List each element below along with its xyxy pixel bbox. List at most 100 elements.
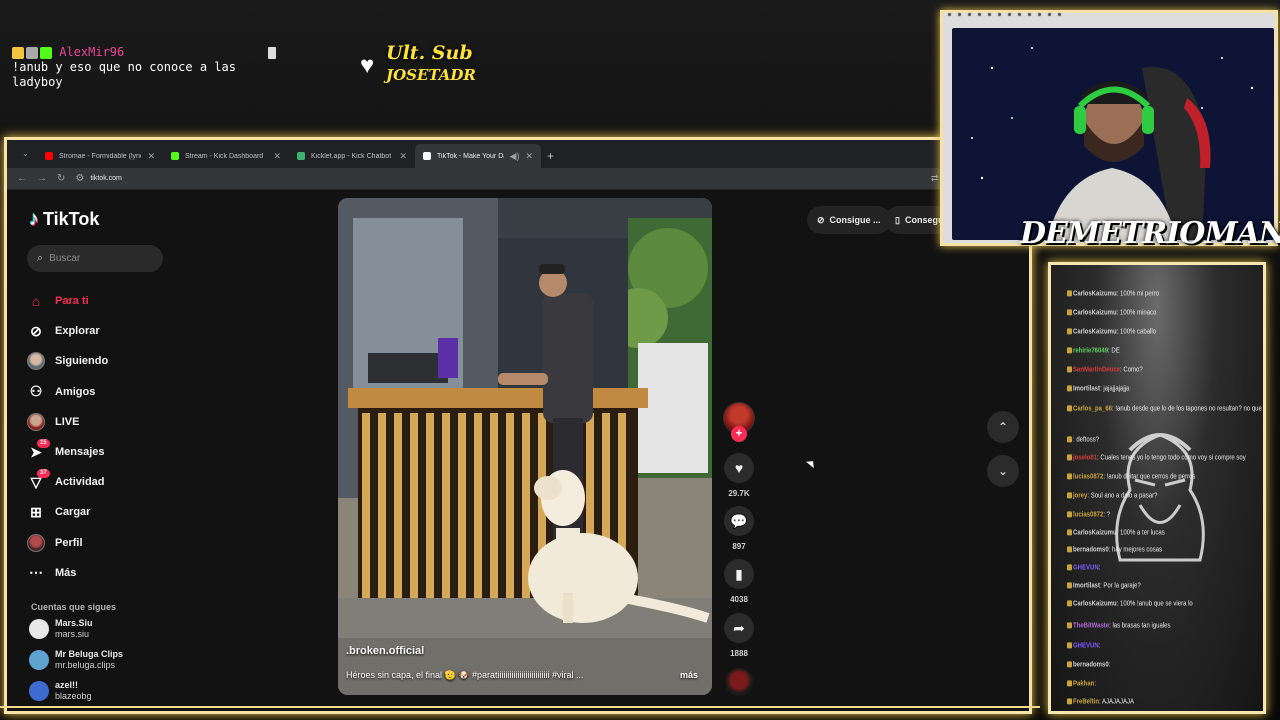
sidebar-nav: ⌂ Para ti ⊘ Explorar Siguiendo ⚇ Amigos [27,286,187,588]
search-placeholder: Buscar [49,253,81,264]
following-account[interactable]: azel!! blazeobg [29,680,92,702]
nav-item-mas[interactable]: ⋯ Más [27,558,187,588]
search-input[interactable]: ⌕ Buscar [27,245,163,272]
chat-user-name: GHEVUN [1073,642,1099,650]
follow-plus-button[interactable]: + [731,426,747,442]
save-button[interactable]: ▮ 4038 [723,559,755,604]
video-caption: Héroes sin capa, el final 🫡 🐶 #paratiiii… [346,670,698,681]
share-button[interactable]: ➦ 1888 [723,613,755,658]
close-icon[interactable]: ✕ [525,151,533,162]
nav-item-live[interactable]: LIVE [27,407,187,437]
tab-kick-dashboard[interactable]: Stream - Kick Dashboard ✕ [163,144,289,168]
chat-badge-icon [1067,328,1072,335]
account-handle: mars.siu [55,629,90,639]
nav-item-mensajes[interactable]: ➤ 15 Mensajes [27,437,187,467]
chat-badge-icon [1067,473,1072,480]
last-sub-name: JOSETADR [386,66,476,84]
url-field[interactable]: ⚙ tiktok.com [75,173,920,184]
chat-badge-icon [1067,600,1072,607]
chat-badge-icon [1067,309,1072,316]
chat-badge-icon [1067,366,1072,373]
comment-icon: 💬 [724,506,754,536]
nav-item-para-ti[interactable]: ⌂ Para ti [27,286,187,316]
nav-label: LIVE [55,415,80,428]
following-title: Cuentas que sigues [31,602,117,612]
chat-line: rehirie76049: DE [1067,347,1120,355]
chat-line-text: 100% mi perro [1120,290,1160,298]
chat-line-text: Por la garaje? [1103,582,1141,590]
nav-item-siguiendo[interactable]: Siguiendo [27,346,187,376]
nav-label: Actividad [55,476,105,489]
like-button[interactable]: ♥ 29.7K [723,453,755,498]
nav-item-perfil[interactable]: Perfil [27,528,187,558]
tiktok-logo[interactable]: ♪ TikTok [29,208,99,231]
chat-line-text: Como? [1123,366,1143,374]
close-icon[interactable]: ✕ [273,151,281,162]
next-video-button[interactable]: ⌄ [987,455,1019,487]
nav-item-actividad[interactable]: ▽ 37 Actividad [27,467,187,497]
chat-badge-icon [1067,642,1072,649]
following-account[interactable]: Mars.Siu mars.siu [29,618,93,640]
site-info-icon[interactable]: ⚙ [75,173,84,184]
account-name: Mars.Siu [55,618,93,628]
chat-line-text: deftoss? [1076,436,1100,444]
chat-line: Pakhan: [1067,680,1096,688]
tab-label: Stromae - Formidable (lyrics) · [59,152,141,160]
pin-icon [268,47,276,59]
close-icon[interactable]: ✕ [147,151,155,162]
tab-tiktok[interactable]: TikTok - Make Your Day ◀) ✕ [415,144,541,168]
chat-user-name: rehirie76049 [1073,347,1109,355]
account-avatar [29,650,49,670]
chat-badge-icon [1067,347,1072,354]
caption-more-button[interactable]: más [680,670,698,681]
chat-line-text: las brasas tan iguales [1112,622,1171,630]
tab-youtube[interactable]: Stromae - Formidable (lyrics) · ✕ [37,144,163,168]
back-icon[interactable]: ← [17,173,27,184]
bearded-mascot-logo [1115,433,1205,562]
share-count: 1888 [730,649,748,658]
speaker-icon[interactable]: ◀) [510,151,520,162]
forward-icon[interactable]: → [37,173,47,184]
following-account[interactable]: Mr Beluga Clips mr.beluga.clips [29,649,123,671]
chat-badge-icon [1067,661,1072,668]
new-tab-button[interactable]: + [547,149,554,163]
reload-icon[interactable]: ↻ [57,173,65,184]
video-player[interactable] [338,198,712,695]
sub-badge-icon [40,46,52,59]
comment-button[interactable]: 💬 897 [723,506,755,551]
coin-icon: ⊘ [817,214,825,225]
video-author[interactable]: .broken.official [346,645,424,657]
tab-kicklet[interactable]: Kicklet.app - Kick Chatbot and ✕ [289,144,415,168]
get-coins-button[interactable]: ⊘ Consigue ... [807,206,891,234]
moderator-badge-icon [26,46,38,59]
tiktok-icon [423,152,431,160]
webcam-frame-decoration [943,10,1083,18]
stream-scene: AlexMir96 !anub y eso que no conoce a la… [0,0,1280,720]
chat-line: SanMartinDeuce: Como? [1067,366,1143,374]
address-bar: ← → ↻ ⚙ tiktok.com ⇄ ⌕ ▭ ☆ ⋮ [7,168,1029,190]
chat-user-name: CarlosKaizumu [1073,328,1117,336]
browser-window: ⌄ Stromae - Formidable (lyrics) · ✕ Stre… [4,137,1032,714]
profile-avatar-icon [27,533,45,552]
chat-badge-icon [1067,582,1072,589]
nav-item-explorar[interactable]: ⊘ Explorar [27,316,187,346]
nav-item-cargar[interactable]: ⊞ Cargar [27,497,187,527]
chat-badges [12,46,52,59]
chat-badge-icon [1067,529,1072,536]
nav-item-amigos[interactable]: ⚇ Amigos [27,377,187,407]
tab-search-icon[interactable]: ⌄ [22,149,32,159]
chat-user-name: lucias0872 [1073,511,1104,519]
kicklet-icon [297,152,305,160]
like-count: 29.7K [728,489,750,498]
previous-video-button[interactable]: ⌃ [987,411,1019,443]
close-icon[interactable]: ✕ [399,151,407,162]
music-disc-icon[interactable] [725,668,753,696]
last-sub-label: Ult. Sub [386,42,473,64]
chat-line: : deftoss? [1067,436,1100,444]
chat-user-name: FreBeltin [1073,698,1100,706]
chat-line-text: 100% caballo [1120,328,1157,336]
chat-user-name: CarlosKaizumu [1073,290,1117,298]
account-name: azel!! [55,680,79,690]
translate-icon[interactable]: ⇄ [931,173,939,184]
chat-user-name: Imortilast [1073,385,1101,393]
